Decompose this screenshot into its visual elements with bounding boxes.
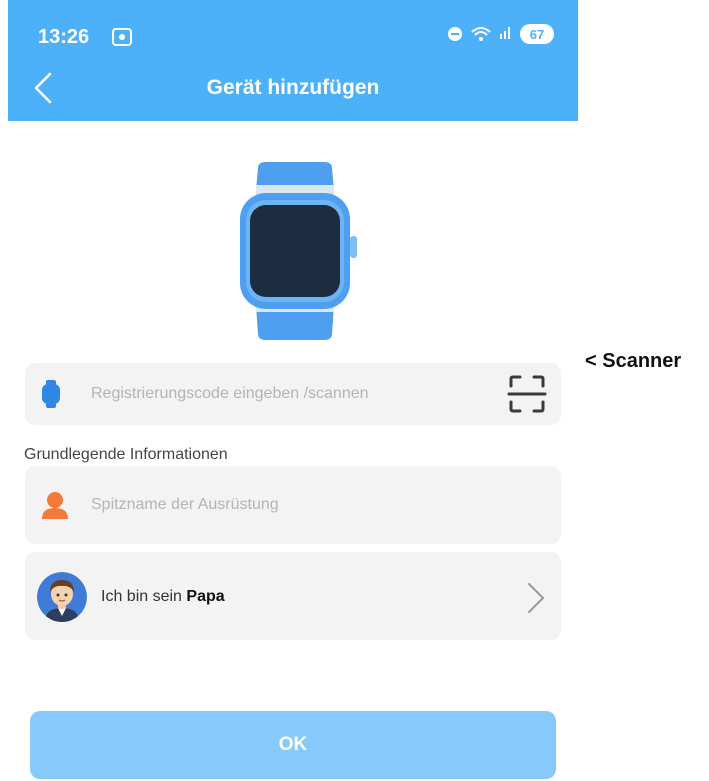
relation-prefix: Ich bin sein	[101, 588, 187, 605]
nickname-input[interactable]	[91, 496, 471, 514]
section-label: Grundlegende Informationen	[24, 446, 228, 463]
screen-record-icon	[112, 28, 132, 46]
person-icon	[40, 490, 70, 520]
relation-row[interactable]: Ich bin sein Papa	[25, 552, 561, 640]
relation-value: Papa	[186, 588, 225, 605]
battery-indicator: 67	[520, 24, 554, 44]
signal-icon	[500, 25, 512, 44]
dnd-icon	[448, 27, 462, 41]
wifi-icon	[470, 26, 492, 42]
header-bar: 13:26 67 Gerät hinzufügen	[8, 0, 578, 121]
chevron-right-icon[interactable]	[525, 581, 547, 615]
nickname-card	[25, 466, 561, 544]
registration-code-card	[25, 363, 561, 425]
registration-code-input[interactable]	[91, 385, 451, 403]
status-icons: 67	[448, 24, 554, 44]
smartwatch-icon	[42, 380, 60, 408]
status-time: 13:26	[38, 26, 90, 48]
scan-icon[interactable]	[507, 374, 547, 414]
avatar	[37, 572, 87, 622]
page-title: Gerät hinzufügen	[206, 76, 380, 99]
app-screen: 13:26 67 Gerät hinzufügen Registrierungs…	[8, 0, 578, 781]
relation-text: Ich bin sein Papa	[101, 588, 225, 606]
ok-button[interactable]: OK	[30, 711, 556, 779]
smartwatch-icon	[236, 160, 364, 342]
scanner-annotation: < Scanner	[585, 350, 682, 372]
